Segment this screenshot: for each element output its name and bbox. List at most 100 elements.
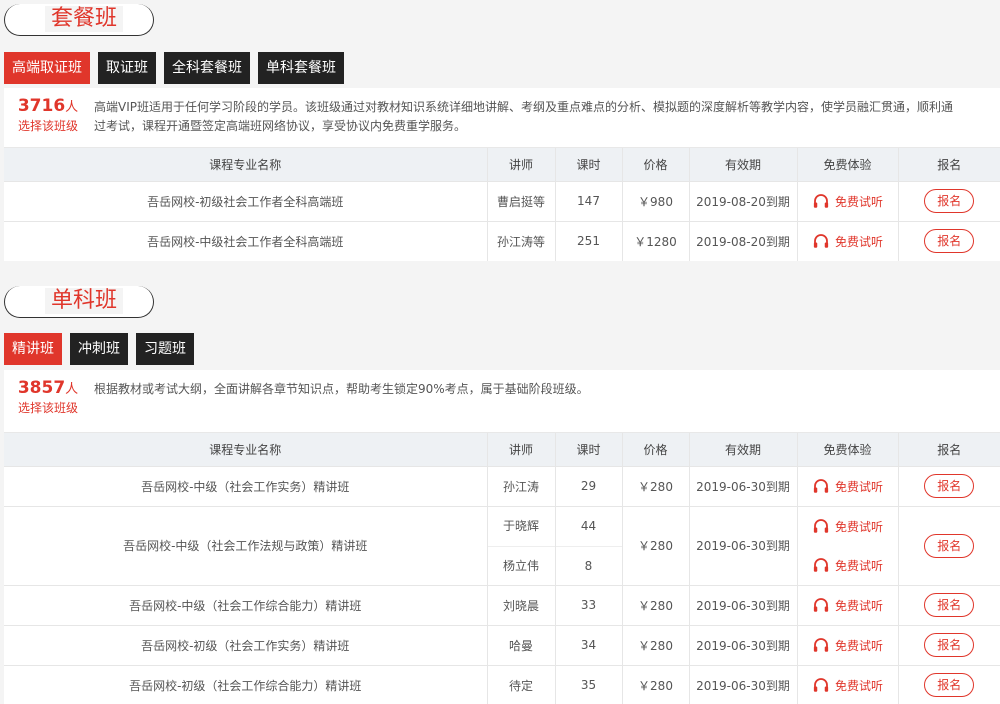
course-name: 吾岳网校-初级（社会工作综合能力）精讲班 xyxy=(4,664,487,704)
tab-intensive[interactable]: 精讲班 xyxy=(4,333,62,365)
col-name: 课程专业名称 xyxy=(4,433,487,466)
col-signup: 报名 xyxy=(897,148,1000,181)
signup-cell: 报名 xyxy=(897,505,1000,585)
course-table-single: 课程专业名称 讲师 课时 价格 有效期 免费体验 报名 吾岳网校-中级（社会工作… xyxy=(4,433,1000,704)
expiry: 2019-06-30到期 xyxy=(688,584,797,625)
trial-cell: 免费试听 xyxy=(796,220,898,261)
count-unit: 人 xyxy=(65,100,79,115)
hours-cell: 44 8 xyxy=(554,505,622,585)
col-teacher: 讲师 xyxy=(486,433,555,466)
trial-cell: 免费试听 免费试听 xyxy=(796,505,898,585)
signup-button[interactable]: 报名 xyxy=(924,673,975,697)
signup-cell: 报名 xyxy=(897,624,1000,665)
count-number: 3716 xyxy=(17,96,66,116)
hours: 29 xyxy=(554,465,622,506)
class-info: 3716人 选择该班级 高端VIP班适用于任何学习阶段的学员。该班级通过对教材知… xyxy=(4,88,1000,148)
free-trial-link[interactable]: 免费试听 xyxy=(812,626,883,665)
free-trial-label: 免费试听 xyxy=(834,558,883,573)
count-number: 3857 xyxy=(17,378,66,398)
class-description: 根据教材或考试大纲，全面讲解各章节知识点，帮助考生锁定90%考点，属于基础阶段班… xyxy=(94,382,589,396)
count-label: 选择该班级 xyxy=(17,401,78,415)
free-trial-link[interactable]: 免费试听 xyxy=(812,182,883,221)
table-row: 吾岳网校-中级（社会工作法规与政策）精讲班 于晓辉 杨立伟 44 8 ￥280 … xyxy=(4,505,1000,585)
signup-cell: 报名 xyxy=(897,180,1000,221)
col-name: 课程专业名称 xyxy=(4,148,487,181)
table-row: 吾岳网校-初级（社会工作实务）精讲班 哈曼 34 ￥280 2019-06-30… xyxy=(4,624,1000,665)
col-trial: 免费体验 xyxy=(796,148,898,181)
signup-cell: 报名 xyxy=(897,220,1000,261)
free-trial-link[interactable]: 免费试听 xyxy=(812,467,883,506)
col-expiry: 有效期 xyxy=(688,433,797,466)
free-trial-link[interactable]: 免费试听 xyxy=(812,546,883,585)
signup-button[interactable]: 报名 xyxy=(924,533,975,558)
table-row: 吾岳网校-初级（社会工作综合能力）精讲班 待定 35 ￥280 2019-06-… xyxy=(4,664,1000,704)
signup-button[interactable]: 报名 xyxy=(924,474,975,498)
expiry: 2019-06-30到期 xyxy=(688,465,797,506)
signup-button[interactable]: 报名 xyxy=(924,189,975,213)
col-price: 价格 xyxy=(621,148,689,181)
tab-high-end-cert[interactable]: 高端取证班 xyxy=(4,52,90,84)
tab-full-package[interactable]: 全科套餐班 xyxy=(164,52,250,84)
tabs-package: 高端取证班 取证班 全科套餐班 单科套餐班 xyxy=(4,52,344,84)
trial-cell: 免费试听 xyxy=(796,624,898,665)
price: ￥280 xyxy=(621,664,689,704)
section-title-text: 套餐班 xyxy=(45,6,124,32)
expiry: 2019-06-30到期 xyxy=(688,624,797,665)
headphones-icon xyxy=(813,194,829,208)
col-hours: 课时 xyxy=(554,148,622,181)
signup-button[interactable]: 报名 xyxy=(924,633,975,657)
expiry: 2019-06-30到期 xyxy=(688,664,797,704)
count-unit: 人 xyxy=(65,382,79,397)
hours: 34 xyxy=(554,624,622,665)
hours: 147 xyxy=(554,180,622,221)
free-trial-link[interactable]: 免费试听 xyxy=(812,222,883,261)
hours: 33 xyxy=(554,584,622,625)
course-name: 吾岳网校-初级（社会工作实务）精讲班 xyxy=(4,624,487,665)
col-trial: 免费体验 xyxy=(796,433,898,466)
hours: 44 xyxy=(580,518,597,533)
expiry: 2019-08-20到期 xyxy=(688,180,797,221)
panel-single: 3857人 选择该班级 根据教材或考试大纲，全面讲解各章节知识点，帮助考生锁定9… xyxy=(4,370,1000,704)
signup-button[interactable]: 报名 xyxy=(924,229,975,253)
course-name: 吾岳网校-中级（社会工作实务）精讲班 xyxy=(4,465,487,506)
price: ￥280 xyxy=(621,465,689,506)
tab-cert[interactable]: 取证班 xyxy=(98,52,156,84)
trial-cell: 免费试听 xyxy=(796,180,898,221)
free-trial-link[interactable]: 免费试听 xyxy=(812,586,883,625)
teacher: 孙江涛 xyxy=(486,465,555,506)
tabs-single: 精讲班 冲刺班 习题班 xyxy=(4,333,194,365)
col-signup: 报名 xyxy=(897,433,1000,466)
expiry: 2019-06-30到期 xyxy=(688,505,797,585)
section-title-single: 单科班 xyxy=(4,286,154,318)
trial-cell: 免费试听 xyxy=(796,584,898,625)
expiry: 2019-08-20到期 xyxy=(688,220,797,261)
tab-single-package[interactable]: 单科套餐班 xyxy=(258,52,344,84)
free-trial-link[interactable]: 免费试听 xyxy=(812,507,883,546)
hours: 35 xyxy=(554,664,622,704)
headphones-icon xyxy=(813,558,829,572)
free-trial-label: 免费试听 xyxy=(834,194,883,209)
headphones-icon xyxy=(813,519,829,533)
teacher: 刘晓晨 xyxy=(486,584,555,625)
signup-button[interactable]: 报名 xyxy=(924,593,975,617)
free-trial-link[interactable]: 免费试听 xyxy=(812,666,883,704)
price: ￥280 xyxy=(621,584,689,625)
free-trial-label: 免费试听 xyxy=(834,234,883,249)
section-title-text: 单科班 xyxy=(45,288,124,314)
headphones-icon xyxy=(813,479,829,493)
teacher-cell: 于晓辉 杨立伟 xyxy=(486,505,555,585)
signup-cell: 报名 xyxy=(897,584,1000,625)
course-name: 吾岳网校-中级（社会工作综合能力）精讲班 xyxy=(4,584,487,625)
headphones-icon xyxy=(813,598,829,612)
tab-sprint[interactable]: 冲刺班 xyxy=(70,333,128,365)
panel-package: 3716人 选择该班级 高端VIP班适用于任何学习阶段的学员。该班级通过对教材知… xyxy=(4,88,1000,261)
hours: 8 xyxy=(555,545,622,585)
signup-cell: 报名 xyxy=(897,465,1000,506)
teacher: 杨立伟 xyxy=(487,545,555,585)
teacher: 孙江涛等 xyxy=(486,220,555,261)
free-trial-label: 免费试听 xyxy=(834,598,883,613)
course-table-package: 课程专业名称 讲师 课时 价格 有效期 免费体验 报名 吾岳网校-初级社会工作者… xyxy=(4,148,1000,261)
col-teacher: 讲师 xyxy=(486,148,555,181)
tab-exercise[interactable]: 习题班 xyxy=(136,333,194,365)
free-trial-label: 免费试听 xyxy=(834,479,883,494)
